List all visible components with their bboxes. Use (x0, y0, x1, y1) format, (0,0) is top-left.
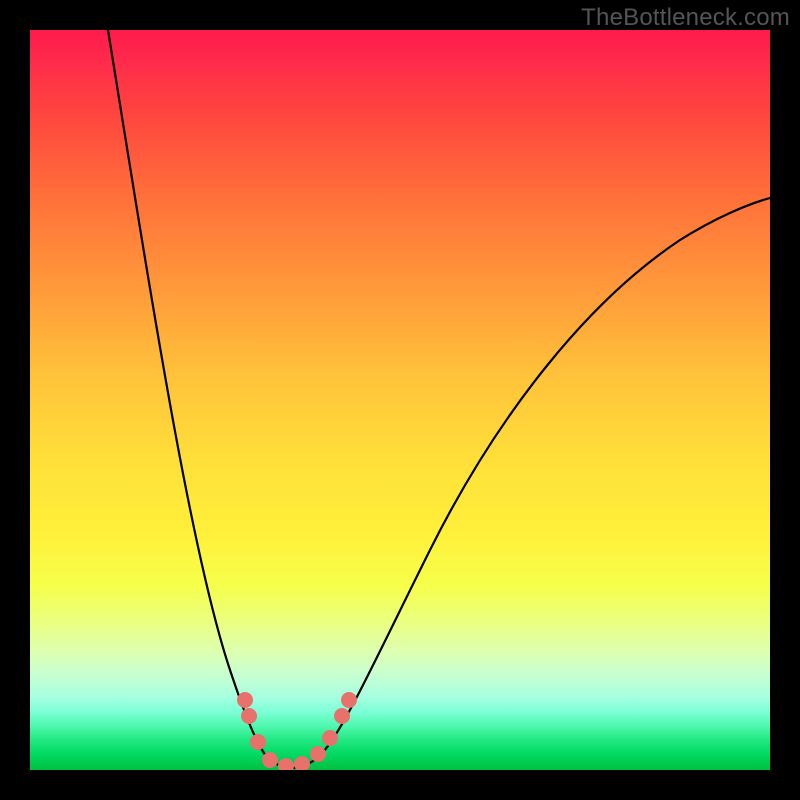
watermark-text: TheBottleneck.com (581, 4, 790, 32)
curve-marker (250, 734, 266, 750)
chart-plot-area (30, 30, 770, 770)
curve-marker (241, 708, 257, 724)
curve-marker (237, 692, 253, 708)
curve-marker (310, 746, 326, 762)
curve-marker (278, 758, 294, 770)
curve-marker (322, 730, 338, 746)
curve-marker (294, 756, 310, 770)
curve-marker (334, 708, 350, 724)
curve-marker (262, 752, 278, 768)
bottleneck-curve (108, 30, 770, 768)
chart-svg (30, 30, 770, 770)
curve-marker (341, 692, 357, 708)
